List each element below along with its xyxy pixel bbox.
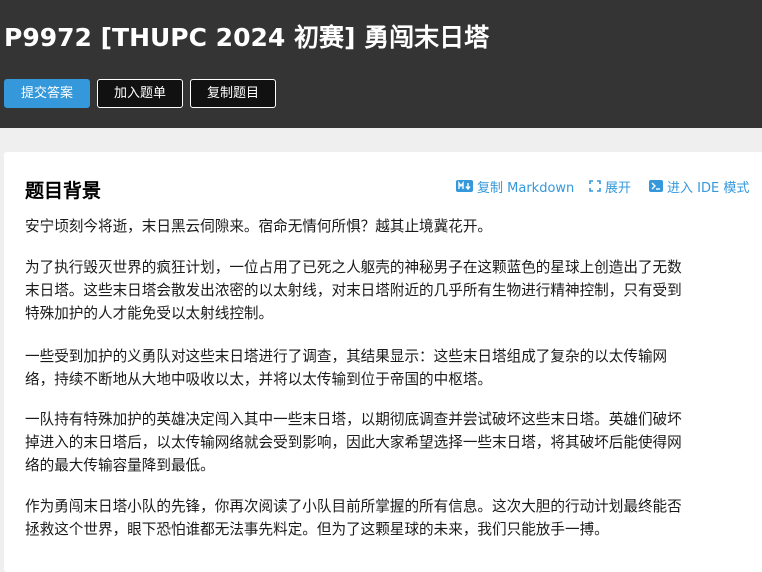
- paragraph-line: 安宁顷刻今将逝，末日黑云伺隙来。宿命无情何所惧？越其止境冀花开。: [25, 218, 493, 235]
- copy-markdown-label: 复制 Markdown: [477, 180, 575, 196]
- problem-header: P9972 [THUPC 2024 初赛] 勇闯末日塔 提交答案 加入题单 复制…: [0, 0, 762, 128]
- expand-icon: [589, 180, 601, 192]
- terminal-icon: [649, 180, 663, 192]
- paragraph-line: 为了执行毁灭世界的疯狂计划，一位占用了已死之人躯壳的神秘男子在这颗蓝色的星球上创…: [25, 259, 682, 276]
- markdown-icon: [456, 180, 473, 192]
- section-title: 题目背景: [25, 180, 102, 202]
- page-title: P9972 [THUPC 2024 初赛] 勇闯末日塔: [4, 23, 490, 52]
- paragraph-line: 一些受到加护的义勇队对这些末日塔进行了调查，其结果显示：这些末日塔组成了复杂的以…: [25, 348, 668, 365]
- ide-mode-link[interactable]: 进入 IDE 模式: [649, 178, 750, 196]
- copy-markdown-link[interactable]: 复制 Markdown: [456, 178, 575, 196]
- background-paragraph: 一些受到加护的义勇队对这些末日塔进行了调查，其结果显示：这些末日塔组成了复杂的以…: [25, 345, 751, 391]
- paragraph-line: 作为勇闯末日塔小队的先锋，你再次阅读了小队目前所掌握的所有信息。这次大胆的行动计…: [25, 498, 682, 515]
- paragraph-line: 一队持有特殊加护的英雄决定闯入其中一些末日塔，以期彻底调查并尝试破坏这些末日塔。…: [25, 411, 682, 428]
- paragraph-line: 末日塔。这些末日塔会散发出浓密的以太射线，对末日塔附近的几乎所有生物进行精神控制…: [25, 282, 682, 299]
- copy-problem-button[interactable]: 复制题目: [190, 79, 276, 108]
- add-to-list-button[interactable]: 加入题单: [97, 79, 183, 108]
- paragraph-line: 特殊加护的人才能免受以太射线控制。: [25, 305, 274, 322]
- background-paragraph: 一队持有特殊加护的英雄决定闯入其中一些末日塔，以期彻底调查并尝试破坏这些末日塔。…: [25, 408, 751, 477]
- background-paragraph: 作为勇闯末日塔小队的先锋，你再次阅读了小队目前所掌握的所有信息。这次大胆的行动计…: [25, 495, 751, 541]
- paragraph-line: 掉进入的末日塔后，以太传输网络就会受到影响，因此大家希望选择一些末日塔，将其破坏…: [25, 434, 682, 451]
- paragraph-line: 拯救这个世界，眼下恐怕谁都无法事先料定。但为了这颗星球的未来，我们只能放手一搏。: [25, 521, 609, 538]
- paragraph-line: 络的最大传输容量降到最低。: [25, 457, 215, 474]
- expand-link[interactable]: 展开: [589, 178, 632, 196]
- submit-answer-button[interactable]: 提交答案: [4, 79, 90, 108]
- expand-label: 展开: [605, 180, 632, 196]
- ide-mode-label: 进入 IDE 模式: [667, 180, 750, 196]
- background-paragraph: 为了执行毁灭世界的疯狂计划，一位占用了已死之人躯壳的神秘男子在这颗蓝色的星球上创…: [25, 256, 751, 325]
- background-paragraph: 安宁顷刻今将逝，末日黑云伺隙来。宿命无情何所惧？越其止境冀花开。: [25, 215, 751, 238]
- paragraph-line: 络，持续不断地从大地中吸收以太，并将以太传输到位于帝国的中枢塔。: [25, 371, 493, 388]
